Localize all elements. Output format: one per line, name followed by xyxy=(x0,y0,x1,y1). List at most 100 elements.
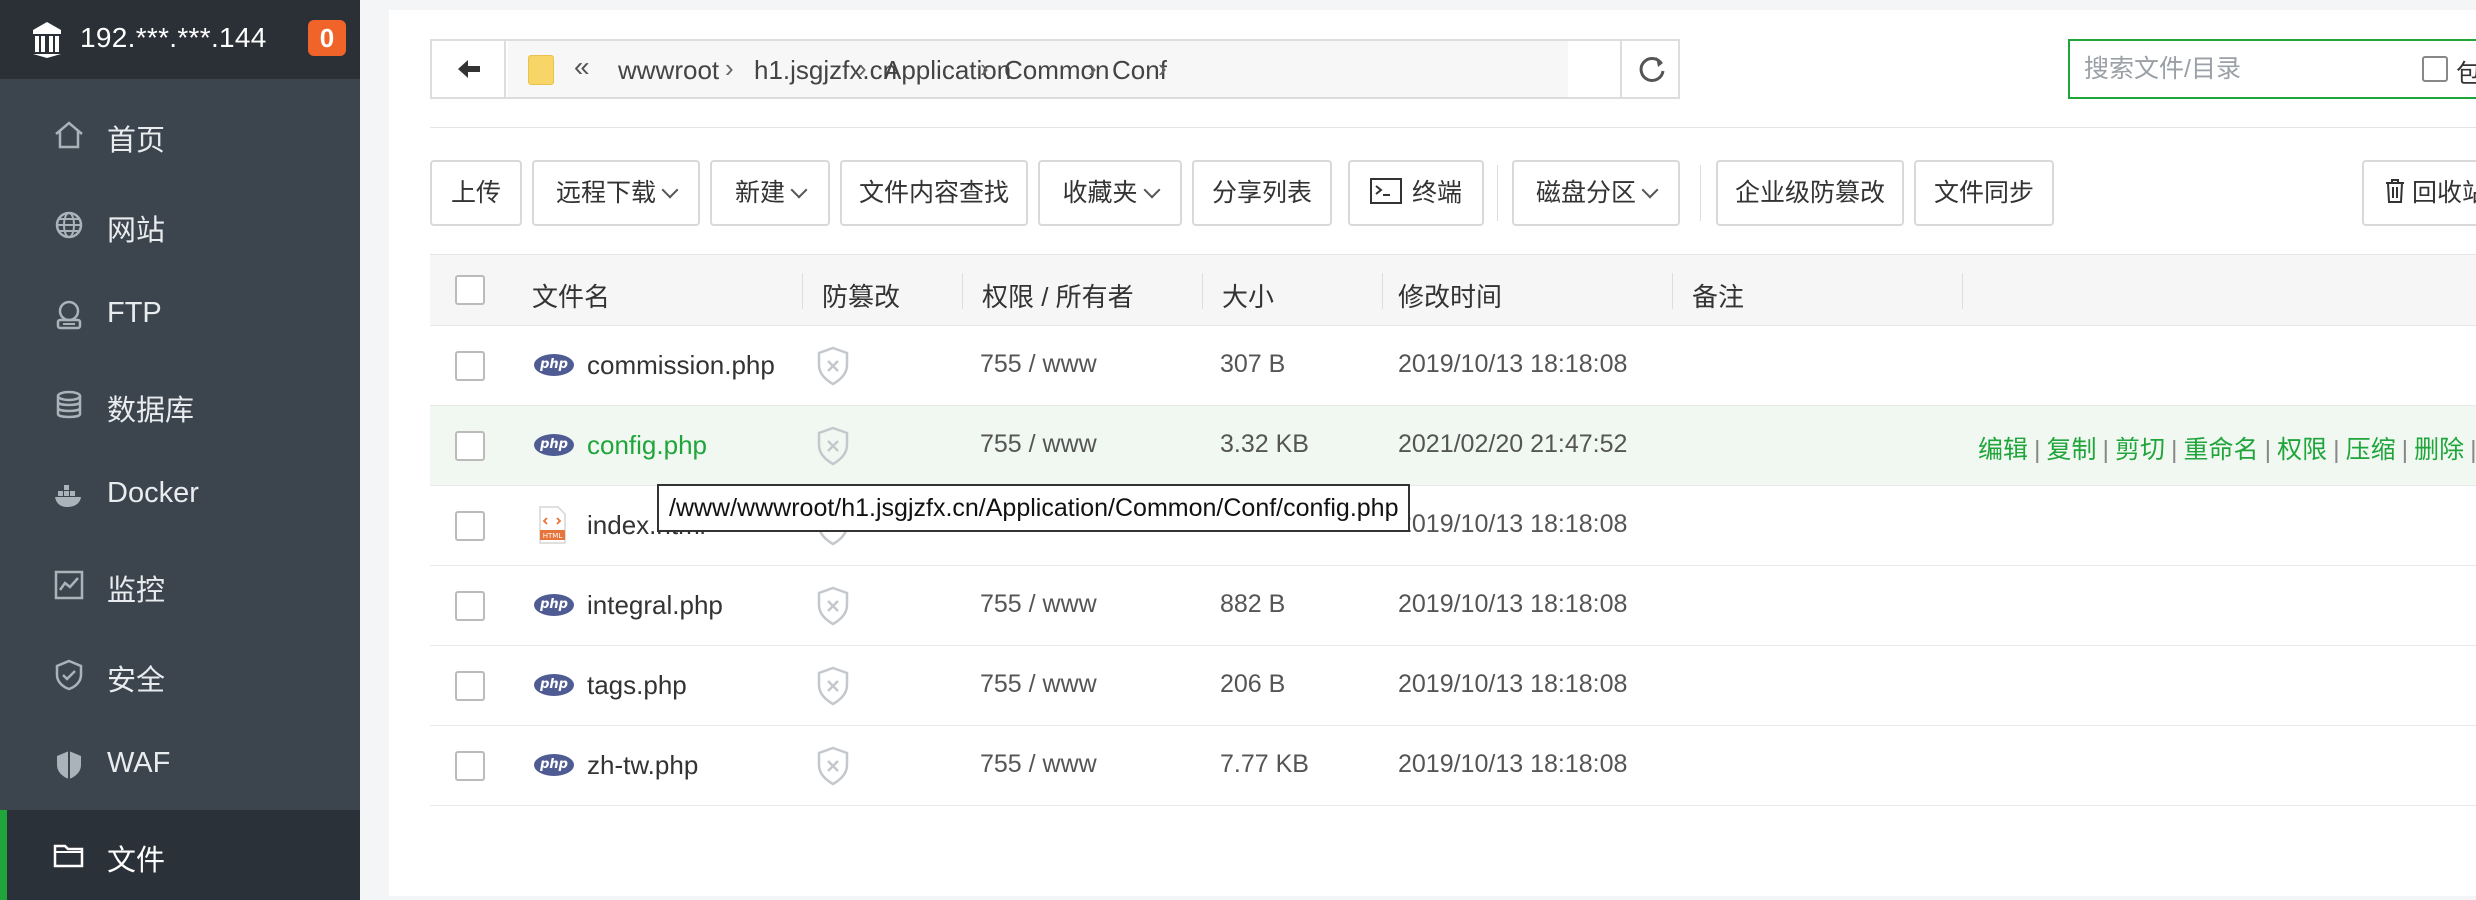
sidebar-item-ftp[interactable]: FTP xyxy=(0,270,360,360)
include-subdir-checkbox[interactable] xyxy=(2422,56,2448,82)
php-file-icon: php xyxy=(534,354,574,376)
table-row[interactable]: php integral.php 755 / www 882 B 2019/10… xyxy=(430,566,2476,646)
column-divider xyxy=(1672,273,1673,309)
file-sync-button[interactable]: 文件同步 xyxy=(1914,160,2054,226)
file-name[interactable]: integral.php xyxy=(587,590,723,621)
row-checkbox[interactable] xyxy=(455,431,485,461)
enterprise-tamper-button[interactable]: 企业级防篡改 xyxy=(1716,160,1904,226)
sidebar-item-label: 文件 xyxy=(107,845,166,877)
recycle-bin-button[interactable]: 回收站 xyxy=(2362,160,2476,226)
chevron-right-icon: › xyxy=(858,53,867,83)
folder-icon xyxy=(528,55,554,85)
search-input[interactable] xyxy=(2084,51,2414,87)
favorites-button[interactable]: 收藏夹 xyxy=(1038,160,1182,226)
content-search-button[interactable]: 文件内容查找 xyxy=(840,160,1028,226)
file-mtime: 2019/10/13 18:18:08 xyxy=(1398,590,1628,618)
file-name[interactable]: tags.php xyxy=(587,670,687,701)
copy-link[interactable]: 复制 xyxy=(2047,436,2097,464)
row-checkbox[interactable] xyxy=(455,751,485,781)
col-header-name[interactable]: 文件名 xyxy=(532,277,610,314)
table-header: 文件名 防篡改 权限 / 所有者 大小 修改时间 备注 xyxy=(430,254,2476,326)
file-path-tooltip: /www/wwwroot/h1.jsgjzfx.cn/Application/C… xyxy=(657,484,1411,532)
file-mtime: 2019/10/13 18:18:08 xyxy=(1398,510,1628,538)
chevron-right-icon: › xyxy=(1088,53,1097,83)
breadcrumb-item[interactable]: wwwroot xyxy=(618,55,719,86)
waf-icon xyxy=(57,751,81,779)
back-button[interactable] xyxy=(432,41,506,97)
tamper-shield-icon[interactable] xyxy=(816,426,850,466)
tamper-shield-icon[interactable] xyxy=(816,666,850,706)
sidebar-item-label: 首页 xyxy=(107,125,166,157)
chevron-down-icon xyxy=(1143,181,1160,199)
refresh-button[interactable] xyxy=(1620,41,1680,97)
file-name[interactable]: config.php xyxy=(587,430,707,461)
divider xyxy=(430,127,2476,128)
search-box: 包 xyxy=(2068,39,2476,99)
table-row[interactable]: php commission.php 755 / www 307 B 2019/… xyxy=(430,326,2476,406)
row-checkbox[interactable] xyxy=(455,591,485,621)
chevron-right-icon: › xyxy=(1158,53,1167,83)
file-size: 882 B xyxy=(1220,590,1286,618)
col-header-tamper: 防篡改 xyxy=(822,282,901,312)
sidebar-item-waf[interactable]: WAF xyxy=(0,720,360,810)
message-badge[interactable]: 0 xyxy=(308,20,346,56)
checkbox-label: 包 xyxy=(2456,60,2476,88)
sidebar-item-website[interactable]: 网站 xyxy=(0,180,360,270)
disk-partition-button[interactable]: 磁盘分区 xyxy=(1512,160,1680,226)
table-row[interactable]: php config.php 755 / www 3.32 KB 2021/02… xyxy=(430,406,2476,486)
sidebar-item-docker[interactable]: Docker xyxy=(0,450,360,540)
select-all-checkbox[interactable] xyxy=(455,275,485,305)
column-divider xyxy=(1382,273,1383,309)
table-row[interactable]: php tags.php 755 / www 206 B 2019/10/13 … xyxy=(430,646,2476,726)
delete-link[interactable]: 删除 xyxy=(2414,436,2464,464)
breadcrumb-more-icon[interactable]: « xyxy=(574,51,590,83)
file-perm[interactable]: 755 / www xyxy=(980,350,1097,379)
tamper-shield-icon[interactable] xyxy=(816,746,850,786)
table-row[interactable]: php zh-tw.php 755 / www 7.77 KB 2019/10/… xyxy=(430,726,2476,806)
file-name[interactable]: commission.php xyxy=(587,350,775,381)
upload-button[interactable]: 上传 xyxy=(430,160,522,226)
tamper-shield-icon[interactable] xyxy=(816,586,850,626)
sidebar-item-monitor[interactable]: 监控 xyxy=(0,540,360,630)
file-name[interactable]: zh-tw.php xyxy=(587,750,698,781)
file-perm[interactable]: 755 / www xyxy=(980,670,1097,699)
file-size: 307 B xyxy=(1220,350,1286,378)
row-checkbox[interactable] xyxy=(455,511,485,541)
file-perm[interactable]: 755 / www xyxy=(980,590,1097,619)
chevron-down-icon xyxy=(1641,181,1659,199)
php-file-icon: php xyxy=(534,434,574,456)
sidebar-item-security[interactable]: 安全 xyxy=(0,630,360,720)
remote-download-button[interactable]: 远程下载 xyxy=(532,160,700,226)
chevron-right-icon: › xyxy=(980,53,989,83)
file-perm[interactable]: 755 / www xyxy=(980,430,1097,459)
col-header-mtime[interactable]: 修改时间 xyxy=(1398,277,1502,314)
toolbar-separator xyxy=(1497,165,1498,221)
tamper-shield-icon[interactable] xyxy=(816,346,850,386)
file-mtime: 2019/10/13 18:18:08 xyxy=(1398,350,1628,378)
php-file-icon: php xyxy=(534,674,574,696)
share-list-button[interactable]: 分享列表 xyxy=(1192,160,1332,226)
cut-link[interactable]: 剪切 xyxy=(2115,436,2165,464)
edit-link[interactable]: 编辑 xyxy=(1978,436,2028,464)
php-file-icon: php xyxy=(534,594,574,616)
monitor-icon xyxy=(54,570,84,600)
compress-link[interactable]: 压缩 xyxy=(2346,436,2396,464)
file-perm[interactable]: 755 / www xyxy=(980,750,1097,779)
folder-icon xyxy=(53,844,84,868)
row-checkbox[interactable] xyxy=(455,671,485,701)
breadcrumb-item[interactable]: h1.jsgjzfx.cn xyxy=(754,55,897,86)
rename-link[interactable]: 重命名 xyxy=(2184,436,2259,464)
terminal-button[interactable]: 终端 xyxy=(1348,160,1484,226)
sidebar-item-files[interactable]: 文件 xyxy=(0,810,360,900)
server-ip: 192.***.***.144 xyxy=(80,22,267,53)
row-checkbox[interactable] xyxy=(455,351,485,381)
breadcrumb-item[interactable]: Application xyxy=(884,55,1011,86)
permission-link[interactable]: 权限 xyxy=(2277,436,2327,464)
sidebar-item-home[interactable]: 首页 xyxy=(0,90,360,180)
sidebar-item-database[interactable]: 数据库 xyxy=(0,360,360,450)
col-header-size[interactable]: 大小 xyxy=(1222,277,1274,314)
file-size: 206 B xyxy=(1220,670,1286,698)
new-button[interactable]: 新建 xyxy=(710,160,830,226)
sidebar-item-label: Docker xyxy=(107,477,199,509)
chevron-right-icon: › xyxy=(725,53,734,83)
